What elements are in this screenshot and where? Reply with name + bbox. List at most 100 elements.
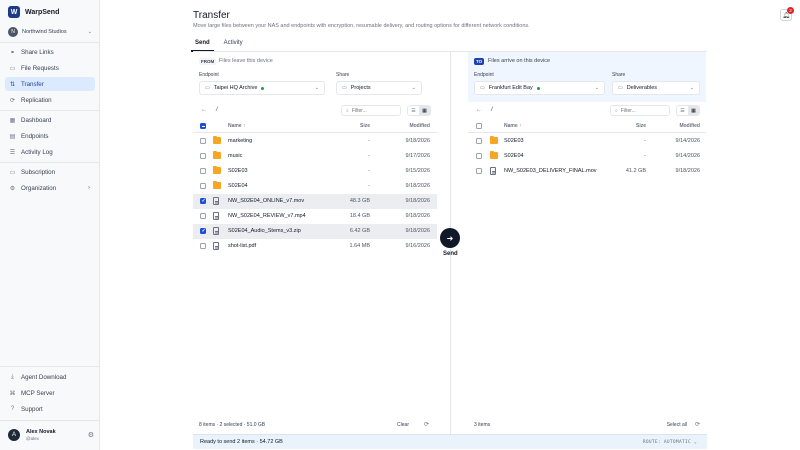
breadcrumb[interactable]: /	[216, 107, 218, 113]
table-row[interactable]: marketing - 9/18/2026	[193, 134, 437, 149]
destination-desc: Files arrive on this device	[488, 58, 551, 64]
search-input[interactable]	[620, 107, 666, 114]
list-view-icon[interactable]: ☰	[408, 106, 419, 115]
route-select[interactable]: ROUTE: AUTOMATIC ⌄	[643, 440, 697, 445]
column-size[interactable]: Size	[360, 123, 370, 129]
breadcrumb[interactable]: /	[491, 107, 493, 113]
table-row[interactable]: S02E03 - 9/15/2026	[193, 164, 437, 179]
sidebar-item-agent-download[interactable]: ⤓ Agent Download	[5, 370, 95, 384]
sidebar-item-label: MCP Server	[21, 389, 55, 397]
folder-icon	[490, 135, 498, 144]
back-arrow-icon[interactable]: ←	[201, 107, 207, 113]
file-name: S02E04_Audio_Stems_v3.zip	[228, 228, 301, 234]
destination-filter[interactable]: ⌕	[610, 105, 670, 116]
file-size: -	[368, 168, 370, 174]
column-size[interactable]: Size	[636, 123, 646, 129]
brand[interactable]: W WarpSend	[8, 5, 59, 19]
select-all-checkbox[interactable]	[476, 123, 482, 129]
source-badge: FROM	[199, 58, 217, 65]
sidebar-item-support[interactable]: ? Support	[5, 402, 95, 416]
online-status-icon	[536, 86, 540, 90]
file-name: NW_S02E04_ONLINE_v7.mov	[228, 198, 305, 204]
endpoint-label: Endpoint	[199, 72, 219, 78]
table-row[interactable]: S02E03 - 9/14/2026	[468, 134, 706, 149]
source-share-select[interactable]: ▭ Projects ⌄	[336, 81, 422, 95]
sidebar-item-activity-log[interactable]: ☰ Activity Log	[5, 145, 95, 159]
status-bar: Ready to send 2 items · 54.72 GB ROUTE: …	[193, 434, 707, 449]
table-row[interactable]: S02E04 - 9/14/2026	[468, 149, 706, 164]
row-checkbox[interactable]	[200, 183, 206, 189]
source-footer: 8 items · 2 selected · 51.0 GB Clear ⟳	[193, 418, 437, 432]
file-name: S02E03	[504, 138, 524, 144]
file-icon	[490, 167, 496, 175]
clear-button[interactable]: Clear	[397, 422, 409, 428]
row-checkbox[interactable]	[476, 168, 482, 174]
grid-view-icon[interactable]: ▦	[688, 106, 699, 115]
table-row[interactable]: shot-list.pdf 1.64 MB 9/16/2026	[193, 239, 437, 254]
back-arrow-icon[interactable]: ←	[476, 107, 482, 113]
sidebar-item-transfer[interactable]: ⇅ Transfer	[5, 77, 95, 91]
sidebar-item-replication[interactable]: ⟳ Replication	[5, 93, 95, 107]
source-endpoint-select[interactable]: ▭ Taipei HQ Archive ⌄	[199, 81, 325, 95]
sidebar-item-mcp-server[interactable]: ⌘ MCP Server	[5, 386, 95, 400]
file-icon	[213, 242, 219, 250]
row-checkbox[interactable]	[476, 138, 482, 144]
refresh-icon[interactable]: ⟳	[695, 421, 700, 428]
tab-activity[interactable]: Activity	[222, 40, 245, 50]
row-checkbox[interactable]	[200, 198, 206, 204]
row-checkbox[interactable]	[200, 243, 206, 249]
row-checkbox[interactable]	[200, 213, 206, 219]
send-label: Send	[443, 251, 458, 257]
select-all-button[interactable]: Select all	[667, 422, 687, 428]
sidebar-item-dashboard[interactable]: ▦ Dashboard	[5, 113, 95, 127]
list-view-icon[interactable]: ☰	[677, 106, 688, 115]
sidebar-item-file-requests[interactable]: ▭ File Requests	[5, 61, 95, 75]
row-checkbox[interactable]	[200, 168, 206, 174]
sidebar-item-organization[interactable]: ⚙ Organization ›	[5, 181, 95, 195]
file-size: 18.4 GB	[349, 213, 370, 219]
grid-view-icon[interactable]: ▦	[419, 106, 430, 115]
row-checkbox[interactable]	[200, 138, 206, 144]
destination-toolbar: ← / ⌕ ☰ ▦	[468, 104, 706, 118]
chevron-down-icon: ⌄	[411, 85, 416, 91]
source-filter[interactable]: ⌕	[341, 105, 401, 116]
table-row[interactable]: S02E04 - 9/18/2026	[193, 179, 437, 194]
destination-share-select[interactable]: ▭ Deliverables ⌄	[612, 81, 700, 95]
table-row[interactable]: S02E04_Audio_Stems_v3.zip 6.42 GB 9/18/202…	[193, 224, 437, 239]
divider	[0, 162, 100, 163]
file-modified: 9/18/2026	[405, 183, 430, 189]
notifications-button[interactable]: 🔔︎ 2	[780, 7, 794, 21]
file-name: S02E03	[228, 168, 248, 174]
gear-icon[interactable]: ⚙	[88, 431, 94, 439]
column-modified[interactable]: Modified	[679, 123, 700, 129]
send-button[interactable]: ➜	[440, 228, 460, 248]
org-name: Northwind Studios	[22, 29, 67, 35]
sidebar-item-share-links[interactable]: ⚭ Share Links	[5, 45, 95, 59]
table-row[interactable]: NW_S02E04_ONLINE_v7.mov 48.3 GB 9/18/2026	[193, 194, 437, 209]
table-row[interactable]: music - 9/17/2026	[193, 149, 437, 164]
row-checkbox[interactable]	[200, 228, 206, 234]
chevron-down-icon: ⌄	[594, 85, 599, 91]
user-profile[interactable]: A Alex Novak @alex ⚙	[8, 427, 94, 443]
sidebar-item-subscription[interactable]: ▭ Subscription	[5, 165, 95, 179]
dashboard-icon: ▦	[9, 117, 16, 124]
column-modified[interactable]: Modified	[409, 123, 430, 129]
support-icon: ?	[10, 406, 15, 412]
refresh-icon[interactable]: ⟳	[424, 421, 429, 428]
folder-icon	[213, 165, 221, 174]
sidebar-item-label: Replication	[21, 96, 52, 104]
download-icon: ⤓	[11, 373, 14, 380]
sidebar-item-endpoints[interactable]: ▤ Endpoints	[5, 129, 95, 143]
org-switcher[interactable]: N Northwind Studios ⌄	[8, 26, 92, 38]
column-name[interactable]: Name ↑	[228, 123, 246, 129]
table-row[interactable]: NW_S02E03_DELIVERY_FINAL.mov 41.2 GB 9/18/…	[468, 164, 706, 179]
search-input[interactable]	[351, 107, 397, 114]
select-all-checkbox[interactable]	[200, 123, 206, 129]
tab-send[interactable]: Send	[191, 40, 214, 52]
row-checkbox[interactable]	[476, 153, 482, 159]
table-row[interactable]: NW_S02E04_REVIEW_v7.mp4 18.4 GB 9/18/2026	[193, 209, 437, 224]
row-checkbox[interactable]	[200, 153, 206, 159]
destination-endpoint-select[interactable]: ▭ Frankfurt Edit Bay ⌄	[474, 81, 605, 95]
column-name[interactable]: Name ↑	[504, 123, 522, 129]
org-avatar: N	[8, 27, 18, 37]
